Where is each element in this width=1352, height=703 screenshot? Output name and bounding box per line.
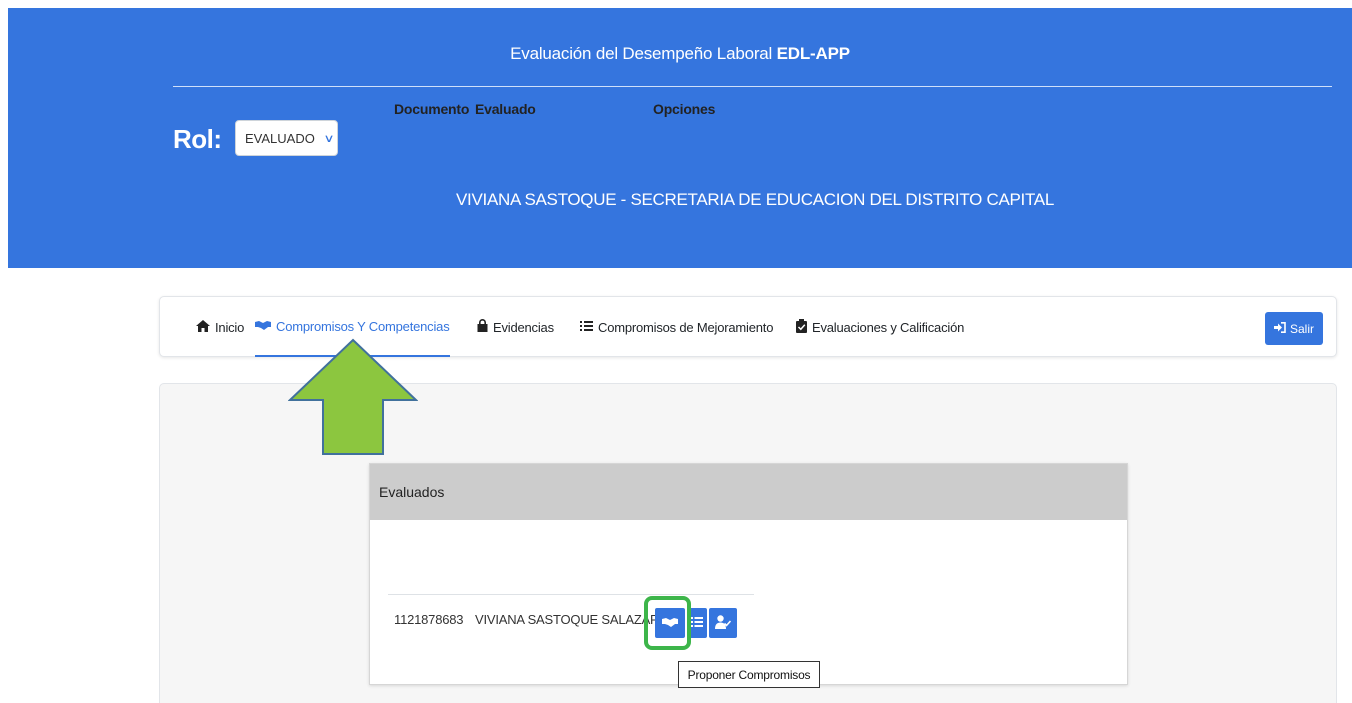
nav-label: Compromisos de Mejoramiento [598,319,774,335]
user-check-icon [715,614,732,632]
clipboard-check-icon [796,318,807,336]
app-header: Evaluación del Desempeño Laboral EDL-APP… [8,8,1352,268]
nav-label: Evidencias [493,319,554,335]
app-title: Evaluación del Desempeño Laboral EDL-APP [8,44,1352,64]
user-check-button[interactable] [709,608,737,638]
app-title-text: Evaluación del Desempeño Laboral [510,44,773,63]
card-title: Evaluados [370,464,1127,520]
rol-label: Rol: [173,124,222,154]
annotation-arrow-icon [288,338,418,455]
nav-label: Evaluaciones y Calificación [812,319,965,335]
cell-evaluado: VIVIANA SASTOQUE SALAZAR [475,612,660,627]
nav-item-evidencias[interactable]: Evidencias [477,297,554,357]
chevron-down-icon: ∨ [323,132,335,145]
column-header-evaluado: Evaluado [475,101,536,117]
list-icon [691,615,703,631]
list-icon [580,320,593,335]
sign-in-icon [1273,321,1286,336]
evaluados-card: Evaluados [369,463,1128,685]
header-divider [173,86,1332,87]
lock-icon [477,319,488,335]
tooltip-proponer-compromisos: Proponer Compromisos [678,661,820,688]
cell-documento: 1121878683 [394,612,464,627]
home-icon [196,319,210,335]
column-header-opciones: Opciones [653,101,716,117]
rol-select-value: EVALUADO [245,130,315,146]
nav-label: Compromisos Y Competencias [276,318,450,334]
nav-item-compromisos-mejoramiento[interactable]: Compromisos de Mejoramiento [580,297,773,357]
nav-item-inicio[interactable]: Inicio [196,297,244,357]
table-header-divider [388,594,754,595]
logout-button[interactable]: Salir [1265,312,1323,345]
app-title-brand: EDL-APP [776,44,850,63]
nav-label: Inicio [215,319,245,335]
nav-item-evaluaciones-calificacion[interactable]: Evaluaciones y Calificación [796,297,964,357]
column-header-documento: Documento [394,101,470,117]
handshake-icon [255,319,271,334]
user-entity-line: VIVIANA SASTOQUE - SECRETARIA DE EDUCACI… [456,190,1054,209]
highlight-box [644,596,691,650]
rol-select[interactable]: EVALUADO ∨ [235,120,338,156]
logout-label: Salir [1289,321,1314,336]
